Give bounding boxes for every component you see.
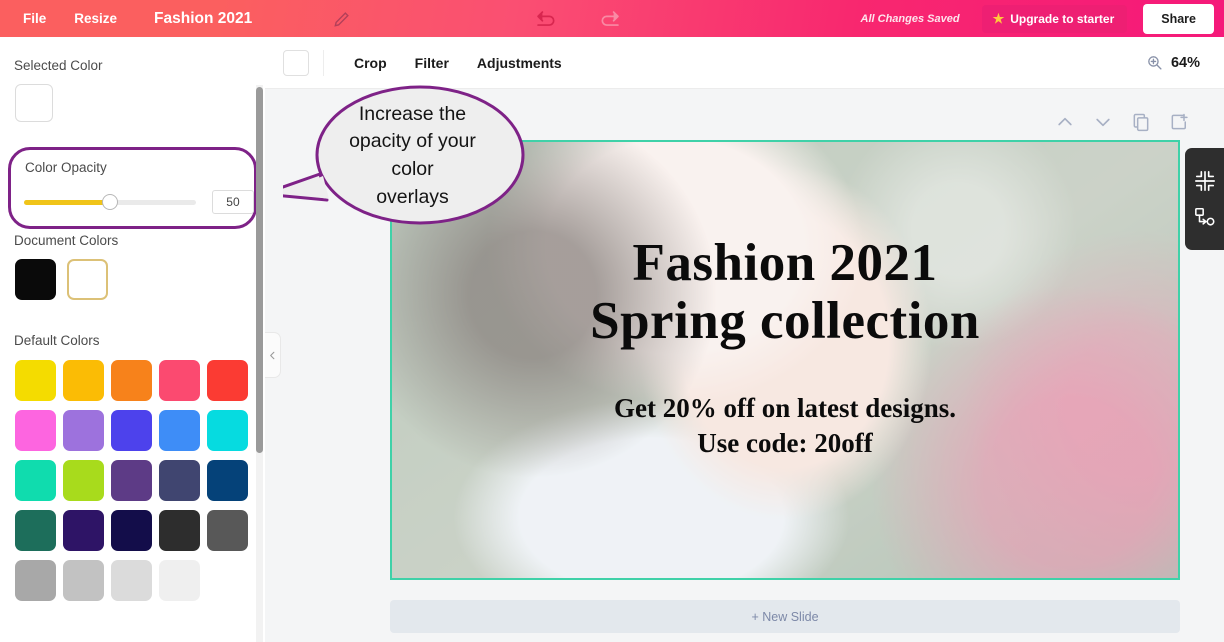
callout-bubble-shape (261, 85, 525, 225)
slide-subtext-line2[interactable]: Use code: 20off (697, 427, 872, 461)
default-color-swatch[interactable] (63, 560, 104, 601)
zoom-control[interactable]: 64% (1146, 54, 1200, 71)
new-slide-label: + New Slide (751, 609, 819, 624)
default-color-swatch[interactable] (15, 510, 56, 551)
color-sidebar: Selected Color Color Opacity 50 Document… (0, 37, 265, 642)
default-color-swatch[interactable] (63, 460, 104, 501)
default-color-swatch[interactable] (159, 510, 200, 551)
default-color-swatch[interactable] (15, 560, 56, 601)
save-status: All Changes Saved (860, 12, 960, 25)
default-color-swatch[interactable] (63, 410, 104, 451)
document-color-swatch[interactable] (15, 259, 56, 300)
menu-file[interactable]: File (9, 0, 60, 37)
toolbar-divider (323, 49, 324, 76)
flip-transform-icon[interactable] (1194, 206, 1216, 228)
default-color-swatch[interactable] (111, 460, 152, 501)
document-colors-row (15, 259, 265, 300)
redo-icon[interactable] (598, 8, 624, 30)
slide-heading-line2[interactable]: Spring collection (590, 292, 980, 351)
default-color-swatch[interactable] (15, 360, 56, 401)
tab-filter[interactable]: Filter (401, 55, 463, 71)
duplicate-slide-icon[interactable] (1131, 112, 1153, 134)
default-color-swatch[interactable] (15, 460, 56, 501)
magnifier-plus-icon (1148, 56, 1162, 70)
document-title: Fashion 2021 (154, 9, 253, 27)
default-color-swatch[interactable] (111, 410, 152, 451)
toolbar-color-swatch[interactable] (283, 49, 309, 76)
default-color-swatch[interactable] (111, 560, 152, 601)
default-color-swatch[interactable] (111, 360, 152, 401)
color-opacity-label: Color Opacity (25, 160, 107, 175)
tooltip-callout: Increase the opacity of your color overl… (261, 82, 530, 230)
menu-resize[interactable]: Resize (60, 0, 131, 37)
tab-adjustments[interactable]: Adjustments (463, 55, 576, 71)
fit-to-screen-icon[interactable] (1194, 170, 1216, 192)
opacity-slider[interactable] (24, 194, 196, 210)
document-color-swatch[interactable] (67, 259, 108, 300)
default-color-swatch[interactable] (63, 510, 104, 551)
undo-icon[interactable] (532, 8, 558, 30)
tab-crop[interactable]: Crop (340, 55, 401, 71)
default-color-swatch[interactable] (63, 360, 104, 401)
zoom-level: 64% (1170, 54, 1200, 71)
default-color-swatch[interactable] (207, 360, 248, 401)
chevron-left-icon (270, 351, 275, 359)
add-slide-icon[interactable] (1169, 112, 1191, 134)
opacity-slider-handle[interactable] (101, 194, 118, 210)
slide-heading-line1[interactable]: Fashion 2021 (633, 234, 938, 292)
default-color-swatch[interactable] (159, 360, 200, 401)
new-slide-button[interactable]: + New Slide (390, 600, 1180, 633)
floating-tool-panel (1185, 148, 1224, 250)
default-color-swatch[interactable] (15, 410, 56, 451)
undo-redo-group (532, 8, 624, 30)
chevron-up-icon[interactable] (1055, 112, 1077, 134)
default-color-swatch[interactable] (207, 410, 248, 451)
top-menu-bar: File Resize Fashion 2021 All Changes Sav… (0, 0, 1224, 37)
topbar-right-group: All Changes Saved ★ Upgrade to starter S… (861, 0, 1224, 37)
upgrade-button[interactable]: ★ Upgrade to starter (981, 4, 1128, 33)
chevron-down-icon[interactable] (1093, 112, 1115, 134)
default-color-swatch[interactable] (207, 460, 248, 501)
slide-subtext-line1[interactable]: Get 20% off on latest designs. (614, 392, 956, 426)
document-colors-label: Document Colors (14, 233, 119, 248)
selected-color-swatch[interactable] (15, 84, 53, 122)
upgrade-label: Upgrade to starter (1010, 11, 1115, 26)
default-colors-section: Default Colors (0, 333, 265, 601)
app-root: File Resize Fashion 2021 All Changes Sav… (0, 0, 1224, 642)
default-color-swatch[interactable] (207, 560, 248, 601)
default-color-swatch[interactable] (159, 560, 200, 601)
default-colors-grid (15, 360, 265, 601)
selected-color-label: Selected Color (14, 58, 103, 73)
pencil-icon[interactable] (332, 9, 352, 29)
opacity-slider-fill (24, 199, 110, 205)
document-colors-section: Document Colors (0, 233, 265, 300)
sidebar-collapse-handle[interactable] (265, 332, 281, 378)
default-color-swatch[interactable] (111, 510, 152, 551)
star-icon: ★ (992, 11, 1005, 26)
default-color-swatch[interactable] (159, 410, 200, 451)
color-opacity-section: Color Opacity 50 (8, 147, 257, 229)
default-color-swatch[interactable] (159, 460, 200, 501)
default-colors-label: Default Colors (14, 333, 100, 348)
color-opacity-control: 50 (24, 190, 254, 214)
share-button[interactable]: Share (1143, 3, 1214, 34)
default-color-swatch[interactable] (207, 510, 248, 551)
sidebar-scrollbar-thumb[interactable] (256, 87, 263, 453)
opacity-value-input[interactable]: 50 (211, 190, 254, 214)
slide-actions-group (1055, 112, 1191, 134)
